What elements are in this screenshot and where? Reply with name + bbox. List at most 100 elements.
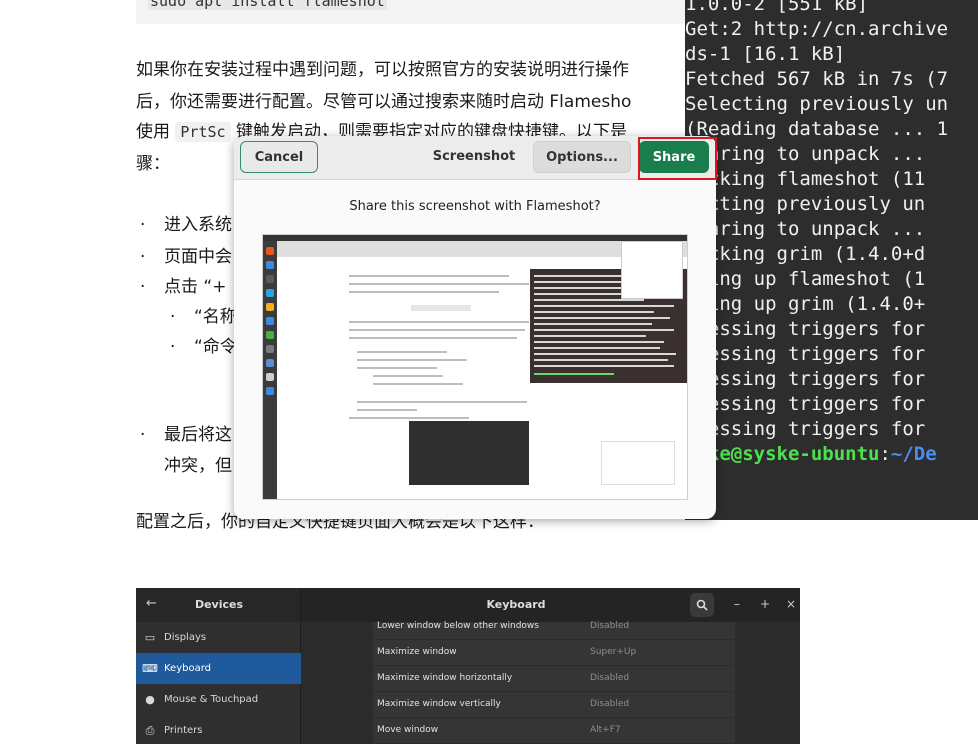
preview-text-line bbox=[349, 291, 499, 293]
preview-text-line bbox=[357, 401, 527, 403]
code-block: sudo apt install flameshot bbox=[136, 0, 696, 24]
code-block-text: sudo apt install flameshot bbox=[148, 0, 387, 10]
shortcut-row[interactable]: Lower window below other windows Disabled bbox=[373, 614, 735, 640]
list-item-text: “命令 bbox=[194, 337, 237, 357]
sidebar-item-label: Printers bbox=[164, 725, 203, 736]
sidebar-item-printers[interactable]: ⎙ Printers bbox=[136, 715, 301, 744]
preview-text-line bbox=[349, 337, 517, 339]
terminal-line: eparing to unpack ... bbox=[685, 143, 926, 165]
terminal-line: 1.0.0-2 [551 kB] bbox=[685, 0, 869, 15]
list-item-text: 页面中会 bbox=[164, 247, 232, 267]
shortcut-name: Maximize window vertically bbox=[377, 699, 501, 709]
keyboard-title: Keyboard bbox=[486, 598, 546, 611]
list-item: · 进入系统 bbox=[140, 215, 232, 235]
terminal-line: eparing to unpack ... bbox=[685, 218, 926, 240]
shortcut-name: Lower window below other windows bbox=[377, 621, 539, 631]
preview-text-line bbox=[373, 375, 443, 377]
list-item-text: 最后将这 bbox=[164, 425, 232, 445]
devices-title: Devices bbox=[194, 598, 244, 611]
preview-text-line bbox=[349, 417, 469, 419]
paragraph-line: 骤： bbox=[136, 154, 170, 174]
shortcut-value: Disabled bbox=[590, 673, 630, 683]
shortcut-value: Super+Up bbox=[590, 647, 637, 657]
screenshot-preview bbox=[262, 234, 688, 500]
maximize-icon[interactable]: + bbox=[760, 597, 770, 611]
sidebar-item-mouse-touchpad[interactable]: ● Mouse & Touchpad bbox=[136, 684, 301, 715]
list-item: · 页面中会 bbox=[140, 247, 232, 267]
terminal-line: packing flameshot (11 bbox=[685, 168, 926, 190]
shortcut-name: Move window bbox=[377, 725, 439, 735]
list-item: · 点击 “+ bbox=[140, 277, 227, 297]
preview-settings-panel bbox=[409, 421, 529, 485]
terminal-line: ocessing triggers for bbox=[685, 318, 926, 340]
share-button-highlight bbox=[638, 137, 717, 180]
sidebar-item-label: Mouse & Touchpad bbox=[164, 694, 259, 705]
screenshot-share-dialog: Cancel Screenshot Options... Share Share… bbox=[234, 136, 716, 519]
list-item: · 最后将这 bbox=[140, 425, 232, 445]
shortcut-list: Lower window below other windows Disabled… bbox=[373, 621, 735, 744]
mouse-icon: ● bbox=[145, 693, 155, 706]
settings-left-header: ← Devices bbox=[136, 588, 301, 622]
sub-list-item: · “名称 bbox=[170, 307, 237, 327]
back-arrow-icon[interactable]: ← bbox=[146, 596, 157, 611]
settings-sidebar: ▭ Displays ⌨ Keyboard ● Mouse & Touchpad ⎙ P… bbox=[136, 622, 301, 744]
shortcut-row[interactable]: Maximize window vertically Disabled bbox=[373, 692, 735, 718]
terminal-prompt: yske@syske-ubuntu:~/De bbox=[685, 442, 937, 467]
dialog-title: Screenshot bbox=[432, 149, 516, 164]
settings-main: Lower window below other windows Disabled… bbox=[301, 621, 800, 744]
terminal-window[interactable]: 1.0.0-2 [551 kB] Get:2 http://cn.archive d… bbox=[685, 0, 978, 520]
settings-window: ← Devices Keyboard – + × ▭ Displays ⌨ Keyb… bbox=[136, 588, 800, 744]
sidebar-item-label: Keyboard bbox=[164, 663, 212, 674]
terminal-line: ocessing triggers for bbox=[685, 368, 926, 390]
shortcut-value: Alt+F7 bbox=[590, 725, 621, 735]
terminal-line: Fetched 567 kB in 7s (7 bbox=[685, 68, 949, 90]
shortcut-name: Maximize window bbox=[377, 647, 457, 657]
terminal-line: packing grim (1.4.0+d bbox=[685, 243, 926, 265]
terminal-line: tting up grim (1.4.0+ bbox=[685, 293, 926, 315]
minimize-icon[interactable]: – bbox=[734, 597, 740, 611]
shortcut-value: Disabled bbox=[590, 621, 630, 631]
preview-text-line bbox=[357, 367, 437, 369]
sidebar-item-displays[interactable]: ▭ Displays bbox=[136, 622, 301, 653]
inline-code-prtsc: PrtSc bbox=[175, 122, 231, 142]
sidebar-item-label: Displays bbox=[164, 632, 207, 643]
list-item-continuation: 冲突，但 bbox=[164, 456, 232, 476]
preview-dock bbox=[263, 241, 277, 499]
terminal-line: ocessing triggers for bbox=[685, 393, 926, 415]
cancel-button[interactable]: Cancel bbox=[240, 141, 318, 173]
preview-text-line bbox=[357, 409, 417, 411]
preview-text-line bbox=[349, 329, 525, 331]
preview-code-block bbox=[411, 305, 471, 311]
close-icon[interactable]: × bbox=[786, 597, 796, 611]
prompt-path: ~/De bbox=[890, 443, 937, 465]
paragraph-line: 如果你在安装过程中遇到问题，可以按照官方的安装说明进行操作 bbox=[136, 60, 629, 80]
terminal-line: ocessing triggers for bbox=[685, 343, 926, 365]
sub-list-item: · “命令 bbox=[170, 337, 237, 357]
preview-text-line bbox=[349, 275, 509, 277]
shortcut-row[interactable]: Maximize window Super+Up bbox=[373, 640, 735, 666]
shortcut-row[interactable]: Maximize window horizontally Disabled bbox=[373, 666, 735, 692]
preview-context-menu bbox=[621, 241, 683, 299]
terminal-line: tting up flameshot (1 bbox=[685, 268, 926, 290]
prompt-separator: : bbox=[879, 443, 891, 465]
keyboard-icon: ⌨ bbox=[142, 662, 158, 675]
preview-text-line bbox=[349, 321, 529, 323]
terminal-line: lecting previously un bbox=[685, 193, 926, 215]
paragraph-line: 后，你还需要进行配置。尽管可以通过搜索来随时启动 Flamesho bbox=[136, 92, 632, 112]
dialog-subtitle: Share this screenshot with Flameshot? bbox=[349, 199, 601, 214]
terminal-line: (Reading database ... 1 bbox=[685, 118, 949, 140]
list-item-text: 点击 “+ bbox=[164, 277, 227, 297]
display-icon: ▭ bbox=[144, 631, 156, 644]
preview-text-line bbox=[357, 359, 467, 361]
sidebar-item-keyboard[interactable]: ⌨ Keyboard bbox=[136, 653, 301, 684]
preview-text-line bbox=[349, 283, 529, 285]
shortcut-value: Disabled bbox=[590, 699, 630, 709]
shortcut-row[interactable]: Move window Alt+F7 bbox=[373, 718, 735, 744]
terminal-line: ds-1 [16.1 kB] bbox=[685, 43, 846, 65]
preview-text-line bbox=[373, 383, 463, 385]
options-button[interactable]: Options... bbox=[533, 141, 631, 173]
paragraph-text: 使用 bbox=[136, 122, 176, 142]
preview-text-line bbox=[357, 351, 447, 353]
terminal-line: ocessing triggers for bbox=[685, 418, 926, 440]
list-item-text: “名称 bbox=[194, 307, 237, 327]
